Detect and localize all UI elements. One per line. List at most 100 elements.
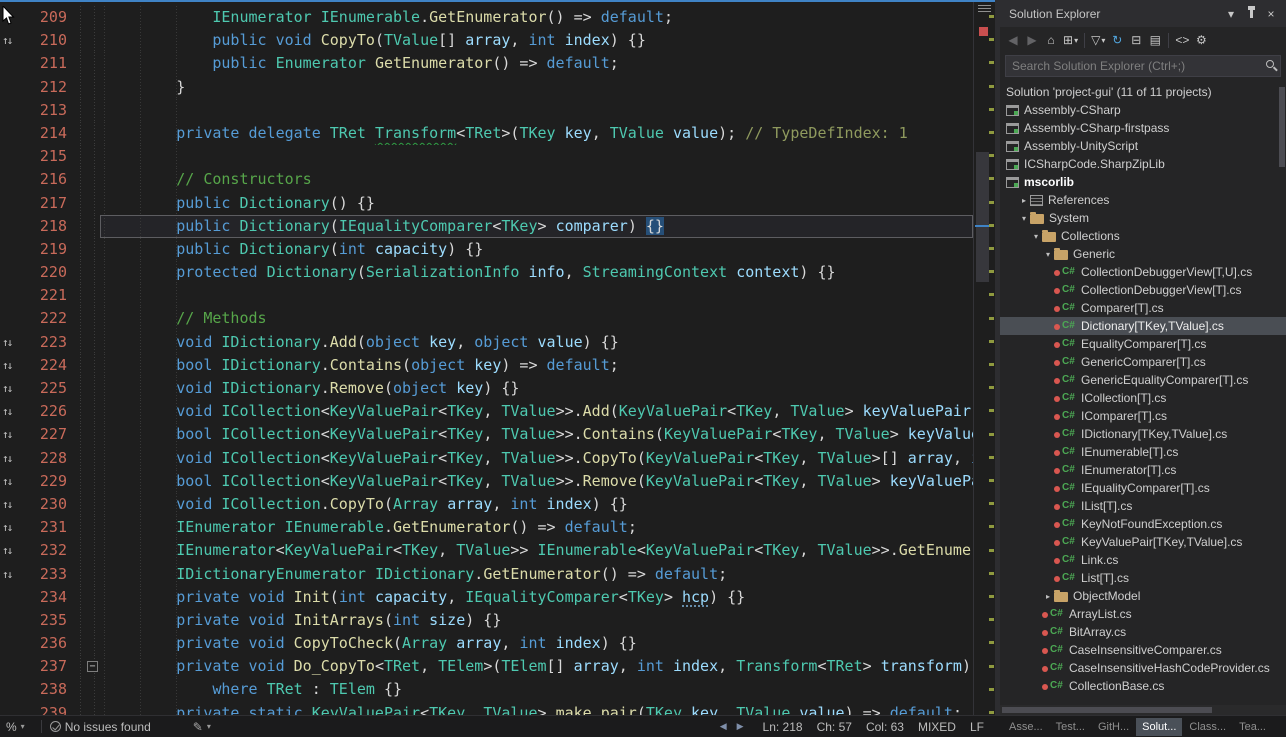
- breakpoint-margin[interactable]: [0, 632, 28, 655]
- line-number[interactable]: 225: [28, 377, 72, 400]
- switch-views-button[interactable]: ⊞▾: [1061, 30, 1080, 50]
- code-content[interactable]: private static KeyValuePair<TKey, TValue…: [100, 702, 973, 715]
- code-content[interactable]: private void Init(int capacity, IEqualit…: [100, 586, 973, 609]
- breakpoint-margin[interactable]: ↑↓: [0, 331, 28, 354]
- line-number[interactable]: 231: [28, 516, 72, 539]
- line-number[interactable]: 217: [28, 192, 72, 215]
- tree-item[interactable]: ▸References: [1000, 191, 1286, 209]
- code-content[interactable]: where TRet : TElem {}: [100, 678, 973, 701]
- breakpoint-margin[interactable]: ↑↓: [0, 29, 28, 52]
- line-number[interactable]: 210: [28, 29, 72, 52]
- tree-item[interactable]: Assembly-UnityScript: [1000, 137, 1286, 155]
- code-content[interactable]: public Dictionary(IEqualityComparer<TKey…: [100, 215, 973, 238]
- code-content[interactable]: IEnumerator IEnumerable.GetEnumerator() …: [100, 6, 973, 29]
- breakpoint-margin[interactable]: ↑↓: [0, 400, 28, 423]
- code-content[interactable]: IEnumerator<KeyValuePair<TKey, TValue>> …: [100, 539, 973, 562]
- breakpoint-margin[interactable]: ↑↓: [0, 423, 28, 446]
- line-number[interactable]: 236: [28, 632, 72, 655]
- line-number[interactable]: 219: [28, 238, 72, 261]
- line-number[interactable]: 233: [28, 563, 72, 586]
- tree-item[interactable]: Comparer[T].cs: [1000, 299, 1286, 317]
- tree-item[interactable]: IDictionary[TKey,TValue].cs: [1000, 425, 1286, 443]
- breakpoint-margin[interactable]: [0, 192, 28, 215]
- tree-vertical-scrollbar[interactable]: [1278, 83, 1286, 705]
- tree-item[interactable]: CaseInsensitiveHashCodeProvider.cs: [1000, 659, 1286, 677]
- expander-icon[interactable]: ▾: [1018, 214, 1030, 223]
- tree-horizontal-scrollbar-thumb[interactable]: [1002, 707, 1212, 713]
- panel-tab[interactable]: Test...: [1050, 718, 1091, 736]
- line-number[interactable]: 232: [28, 539, 72, 562]
- code-content[interactable]: void ICollection<KeyValuePair<TKey, TVal…: [100, 400, 973, 423]
- nav-back-icon[interactable]: ◀: [720, 721, 727, 732]
- tree-item[interactable]: ▾Generic: [1000, 245, 1286, 263]
- breakpoint-margin[interactable]: ↑↓: [0, 377, 28, 400]
- filter-button[interactable]: ▽▾: [1089, 30, 1107, 50]
- line-number[interactable]: 224: [28, 354, 72, 377]
- collapse-region-button[interactable]: −: [87, 661, 98, 672]
- breakpoint-margin[interactable]: [0, 145, 28, 168]
- code-content[interactable]: [100, 145, 973, 168]
- breakpoint-margin[interactable]: [0, 609, 28, 632]
- panel-tab[interactable]: GitH...: [1092, 718, 1135, 736]
- breakpoint-margin[interactable]: ↑↓: [0, 447, 28, 470]
- breakpoint-margin[interactable]: [0, 655, 28, 678]
- line-number[interactable]: 220: [28, 261, 72, 284]
- line-number[interactable]: 221: [28, 284, 72, 307]
- code-editor[interactable]: 209 IEnumerator IEnumerable.GetEnumerato…: [0, 0, 995, 715]
- tree-item[interactable]: IEnumerator[T].cs: [1000, 461, 1286, 479]
- code-content[interactable]: void ICollection<KeyValuePair<TKey, TVal…: [100, 447, 973, 470]
- code-lines[interactable]: 209 IEnumerator IEnumerable.GetEnumerato…: [0, 2, 973, 715]
- expander-icon[interactable]: ▸: [1018, 196, 1030, 205]
- code-content[interactable]: bool ICollection<KeyValuePair<TKey, TVal…: [100, 470, 973, 493]
- panel-tab[interactable]: Tea...: [1233, 718, 1272, 736]
- panel-tab[interactable]: Solut...: [1136, 718, 1182, 736]
- tree-item[interactable]: List[T].cs: [1000, 569, 1286, 587]
- zoom-control[interactable]: % ▾: [6, 720, 25, 734]
- line-ending-indicator[interactable]: LF: [970, 720, 984, 734]
- expander-icon[interactable]: ▸: [1042, 592, 1054, 601]
- tree-vertical-scrollbar-thumb[interactable]: [1279, 87, 1285, 167]
- nav-forward-icon[interactable]: ▶: [737, 721, 744, 732]
- breakpoint-margin[interactable]: ↑↓: [0, 516, 28, 539]
- line-number[interactable]: 209: [28, 6, 72, 29]
- code-content[interactable]: private void CopyToCheck(Array array, in…: [100, 632, 973, 655]
- feedback-button[interactable]: ✎ ▾: [193, 720, 211, 734]
- tree-item[interactable]: IComparer[T].cs: [1000, 407, 1286, 425]
- tree-item[interactable]: Dictionary[TKey,TValue].cs: [1000, 317, 1286, 335]
- breakpoint-margin[interactable]: [0, 215, 28, 238]
- tree-item[interactable]: Solution 'project-gui' (11 of 11 project…: [1000, 83, 1286, 101]
- line-indicator[interactable]: Ln: 218: [763, 720, 803, 734]
- panel-title-bar[interactable]: Solution Explorer ▾ ×: [1000, 0, 1286, 27]
- issues-status[interactable]: No issues found: [50, 720, 151, 734]
- tree-item[interactable]: mscorlib: [1000, 173, 1286, 191]
- breakpoint-margin[interactable]: [0, 307, 28, 330]
- code-content[interactable]: public Dictionary(int capacity) {}: [100, 238, 973, 261]
- line-number[interactable]: 228: [28, 447, 72, 470]
- line-number[interactable]: 222: [28, 307, 72, 330]
- code-content[interactable]: void ICollection.CopyTo(Array array, int…: [100, 493, 973, 516]
- tree-item[interactable]: ▸ObjectModel: [1000, 587, 1286, 605]
- search-input[interactable]: [1005, 55, 1281, 77]
- code-content[interactable]: // Methods: [100, 307, 973, 330]
- line-number[interactable]: 215: [28, 145, 72, 168]
- line-number[interactable]: 223: [28, 331, 72, 354]
- tree-item[interactable]: ICSharpCode.SharpZipLib: [1000, 155, 1286, 173]
- back-button[interactable]: ◀: [1004, 30, 1022, 50]
- forward-button[interactable]: ▶: [1023, 30, 1041, 50]
- line-number[interactable]: 227: [28, 423, 72, 446]
- panel-tab[interactable]: Class...: [1183, 718, 1232, 736]
- code-content[interactable]: private void Do_CopyTo<TRet, TElem>(TEle…: [100, 655, 973, 678]
- breakpoint-margin[interactable]: [0, 586, 28, 609]
- tree-item[interactable]: Assembly-CSharp: [1000, 101, 1286, 119]
- code-content[interactable]: }: [100, 76, 973, 99]
- tree-item[interactable]: IEqualityComparer[T].cs: [1000, 479, 1286, 497]
- line-number[interactable]: 238: [28, 678, 72, 701]
- line-number[interactable]: 211: [28, 52, 72, 75]
- line-number[interactable]: 216: [28, 168, 72, 191]
- line-number[interactable]: 226: [28, 400, 72, 423]
- home-button[interactable]: ⌂: [1042, 30, 1060, 50]
- breakpoint-margin[interactable]: [0, 122, 28, 145]
- tree-item[interactable]: CaseInsensitiveComparer.cs: [1000, 641, 1286, 659]
- code-content[interactable]: bool IDictionary.Contains(object key) =>…: [100, 354, 973, 377]
- panel-tab[interactable]: Asse...: [1003, 718, 1049, 736]
